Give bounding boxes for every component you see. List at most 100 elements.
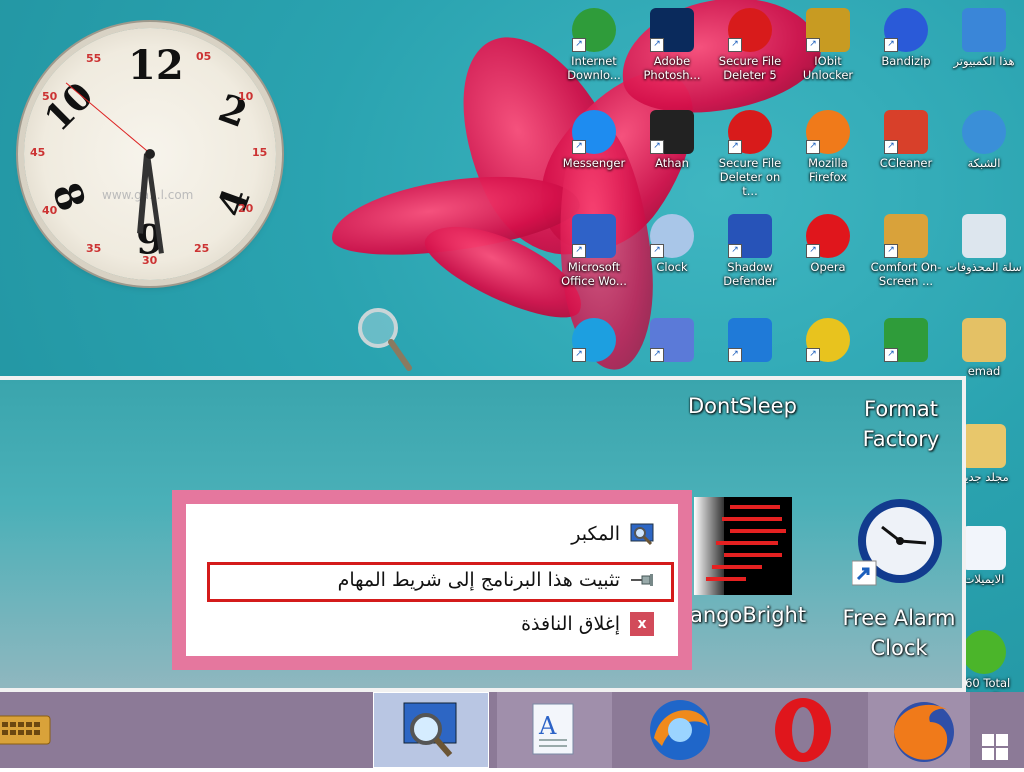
shortcut-arrow-icon: ↗ [884,38,898,52]
desktop-icon[interactable]: ↗ Adobe Photosh... [634,8,710,82]
desktop-icon-label: Microsoft Office Wo... [561,260,627,288]
clock-center [145,149,155,159]
desktop-icon[interactable]: ↗ [556,318,632,364]
clock-minute-35: 35 [86,242,102,255]
desktop-icon[interactable]: ↗ Secure File Deleter 5 [712,8,788,82]
kaaba-icon: ↗ [650,110,694,154]
desktop-icon[interactable]: ↗ Comfort On-Screen ... [868,214,944,288]
gear-shredder-icon: ↗ [728,110,772,154]
desktop-icon[interactable]: ↗ [712,318,788,364]
shortcut-arrow-icon: ↗ [728,244,742,258]
taskbar: A [0,692,1024,768]
desktop-icon-label: IObit Unlocker [802,54,854,82]
tangobright-label[interactable]: angoBright [690,603,806,627]
clock-gadget[interactable]: 12 2 4 6 8 10 55 05 50 10 45 15 40 20 35… [24,28,276,280]
pin-item-highlight [207,562,674,602]
clock-minute-55: 55 [86,52,102,65]
clock-minute-30: 30 [142,254,158,267]
ccleaner-icon: ↗ [884,110,928,154]
taskbar-browser[interactable] [622,692,738,768]
desktop-icon-label: Internet Downlo... [567,54,621,82]
free-alarm-clock-label[interactable]: Free Alarm Clock [838,603,960,663]
desktop-icon-label: Secure File Deleter 5 [718,54,782,82]
shortcut-arrow-icon: ↗ [572,348,586,362]
magnifier-icon[interactable] [354,306,414,372]
shortcut-arrow-icon: ↗ [806,38,820,52]
desktop-icon[interactable]: ↗ Athan [634,110,710,170]
desktop-icon-label: سلة المحذوفات [946,260,1022,274]
menu-item-app-label: المكبر [571,523,620,545]
clock-icon: ↗ [650,214,694,258]
idm-icon: ↗ [572,8,616,52]
shortcut-arrow-icon: ↗ [728,38,742,52]
film-icon: ↗ [572,318,616,362]
shortcut-arrow-icon: ↗ [806,140,820,154]
dontsleep-label[interactable]: DontSleep [688,394,797,418]
desktop-icon[interactable]: ↗ Messenger [556,110,632,170]
desktop-icon[interactable]: ↗ CCleaner [868,110,944,170]
desktop-icon[interactable]: ↗ [790,318,866,364]
photoshop-icon: ↗ [650,8,694,52]
format-factory-label[interactable]: Format Factory [858,394,944,454]
clock-minute-15: 15 [252,146,268,159]
menu-item-app[interactable]: المكبر [571,522,654,546]
desktop-icon[interactable]: ↗ IObit Unlocker [790,8,866,82]
unlock-icon: ↗ [806,8,850,52]
plus-shield-icon [962,630,1006,674]
magnifier-app-icon [630,522,654,546]
desktop-icon[interactable]: ↗ [868,318,944,364]
menu-item-close-window[interactable]: x إغلاق النافذة [521,612,654,636]
windows-icon: ↗ [728,318,772,362]
desktop-icon[interactable]: ↗ Shadow Defender [712,214,788,288]
shortcut-arrow-icon: ↗ [884,140,898,154]
tangobright-icon[interactable] [694,497,792,595]
word-icon: ↗ [572,214,616,258]
desktop-icon-label: Messenger [562,156,626,170]
opera-icon: ↗ [806,214,850,258]
desktop-icon[interactable]: emad [946,318,1022,378]
shortcut-arrow-icon: ↗ [650,140,664,154]
taskbar-magnifier[interactable] [373,692,489,768]
disc-icon: ↗ [806,318,850,362]
clock-number-12: 12 [128,42,184,89]
desktop-icon-label: هذا الكمبيوتر [953,54,1015,68]
taskbar-opera[interactable] [745,692,861,768]
desktop-icon-label: Athan [655,156,689,170]
desktop-icon[interactable]: ↗ Opera [790,214,866,274]
folder-icon [962,424,1006,468]
desktop-icon-label: الشبكة [967,156,1001,170]
desktop-icon-label: Shadow Defender [723,260,777,288]
clock-minute-45: 45 [30,146,46,159]
shortcut-arrow-icon: ↗ [884,348,898,362]
shortcut-arrow-icon: ↗ [884,244,898,258]
clock-minute-10: 10 [238,90,254,103]
desktop-icon[interactable]: ↗ Secure File Deleter on t... [712,110,788,198]
desktop-icon[interactable]: ↗ Microsoft Office Wo... [556,214,632,288]
taskbar-keyboard[interactable] [0,692,56,768]
desktop-icon[interactable]: ↗ Clock [634,214,710,274]
desktop-icon[interactable]: ↗ Internet Downlo... [556,8,632,82]
desktop-icon[interactable]: ↗ [634,318,710,364]
desktop-icon-label: Clock [656,260,688,274]
taskbar-wordpad[interactable]: A [497,692,612,768]
start-button[interactable] [982,734,1008,760]
keyboard-icon: ↗ [884,214,928,258]
messenger-icon: ↗ [572,110,616,154]
alarm-clock-icon[interactable] [851,497,944,593]
shortcut-arrow-icon: ↗ [728,140,742,154]
desktop-icon[interactable]: هذا الكمبيوتر [946,8,1022,68]
bandizip-icon: ↗ [884,8,928,52]
desktop-icon[interactable]: سلة المحذوفات [946,214,1022,274]
shortcut-arrow-icon: ↗ [806,244,820,258]
desktop-icon-label: Adobe Photosh... [643,54,701,82]
desktop-icon[interactable]: الشبكة [946,110,1022,170]
shortcut-arrow-icon: ↗ [728,348,742,362]
desktop-icon[interactable]: ↗ Bandizip [868,8,944,68]
shadow-defender-icon: ↗ [728,214,772,258]
computer-icon [962,8,1006,52]
clock-minute-25: 25 [194,242,210,255]
taskbar-firefox[interactable] [868,692,970,768]
desktop-icon-label: Secure File Deleter on t... [718,156,782,198]
desktop-icon[interactable]: ↗ Mozilla Firefox [790,110,866,184]
shortcut-arrow-icon: ↗ [650,38,664,52]
